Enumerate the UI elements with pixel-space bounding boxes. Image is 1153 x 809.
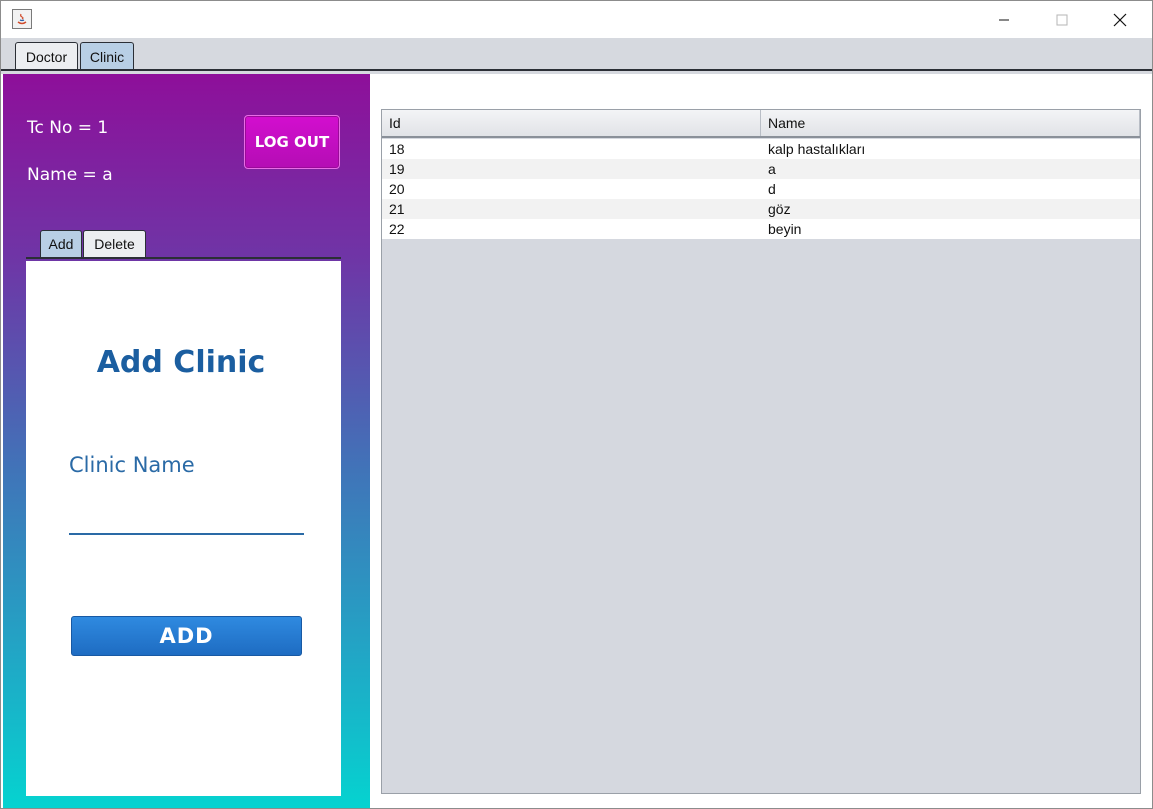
tab-add[interactable]: Add: [40, 230, 82, 257]
cell-id: 20: [389, 181, 405, 197]
table-row[interactable]: 19 a: [382, 159, 1140, 179]
form-title: Add Clinic: [96, 345, 266, 380]
cell-name: kalp hastalıkları: [768, 141, 866, 157]
column-header-id[interactable]: Id: [382, 110, 761, 136]
cell-id: 22: [389, 221, 405, 237]
table-body: 18 kalp hastalıkları 19 a 20 d 21 göz 22…: [382, 139, 1140, 239]
close-icon: [1113, 13, 1127, 26]
minimize-icon: [999, 19, 1009, 20]
cell-name: beyin: [768, 221, 802, 237]
tab-delete[interactable]: Delete: [83, 230, 146, 257]
main-tab-strip: Doctor Clinic: [1, 38, 1152, 74]
maximize-button[interactable]: [1033, 1, 1091, 38]
table-row[interactable]: 18 kalp hastalıkları: [382, 139, 1140, 159]
left-panel: Tc No = 1 Name = a LOG OUT Add Delete Ad…: [3, 74, 370, 808]
cell-name: a: [768, 161, 776, 177]
cell-name: göz: [768, 201, 791, 217]
tab-clinic[interactable]: Clinic: [80, 42, 134, 70]
cell-name: d: [768, 181, 776, 197]
logout-button[interactable]: LOG OUT: [244, 115, 340, 169]
table-row[interactable]: 21 göz: [382, 199, 1140, 219]
close-button[interactable]: [1091, 1, 1149, 38]
table-row[interactable]: 22 beyin: [382, 219, 1140, 239]
java-app-icon: [12, 9, 32, 29]
clinic-table[interactable]: Id Name 18 kalp hastalıkları 19 a 20 d 2…: [381, 109, 1141, 794]
column-header-name[interactable]: Name: [761, 110, 1140, 136]
minimize-button[interactable]: [975, 1, 1033, 38]
name-label: Name = a: [27, 165, 113, 185]
subtab-divider: [26, 257, 341, 259]
app-window: Doctor Clinic Tc No = 1 Name = a LOG OUT…: [0, 0, 1153, 809]
add-clinic-form: Add Clinic Clinic Name ADD: [26, 261, 341, 796]
clinic-name-label: Clinic Name: [69, 453, 195, 477]
tc-no-label: Tc No = 1: [27, 118, 109, 138]
table-row[interactable]: 20 d: [382, 179, 1140, 199]
tab-doctor[interactable]: Doctor: [15, 42, 78, 70]
cell-id: 21: [389, 201, 405, 217]
maximize-icon: [1056, 14, 1068, 25]
tab-divider: [1, 69, 1152, 71]
clinic-name-input[interactable]: [69, 499, 304, 535]
add-button[interactable]: ADD: [71, 616, 302, 656]
cell-id: 18: [389, 141, 405, 157]
table-header: Id Name: [382, 110, 1140, 138]
cell-id: 19: [389, 161, 405, 177]
title-bar: [1, 1, 1152, 38]
